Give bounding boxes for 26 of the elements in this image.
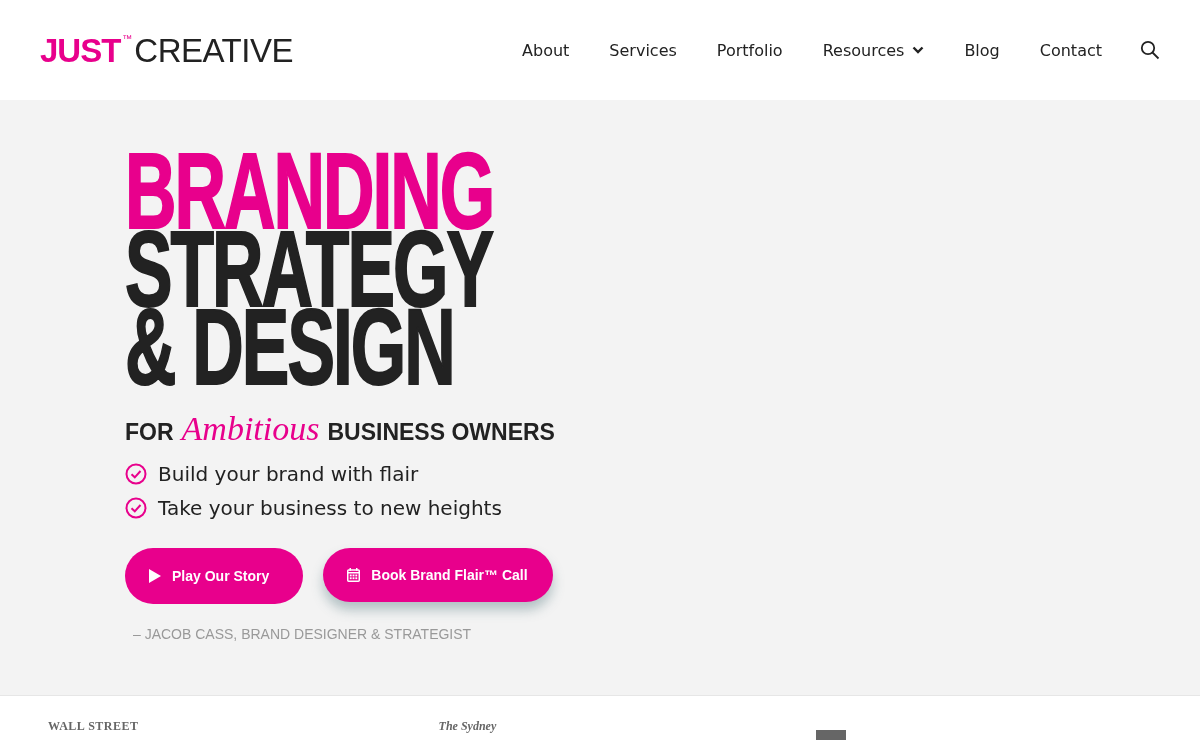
headline-text: STRATEGY — [125, 230, 492, 308]
cta-button[interactable]: Book Brand Flair™ Call — [323, 548, 553, 602]
tagline-text: BUSINESS OWNERS — [327, 419, 555, 446]
nav-link[interactable]: Blog — [964, 40, 1000, 60]
tagline-text: FOR — [125, 419, 174, 446]
search-icon[interactable] — [1140, 40, 1160, 60]
checklist-item: Take your business to new heights — [158, 496, 502, 520]
headline-text: & DESIGN — [125, 308, 454, 386]
logo[interactable]: JUST$^{™}$CREATIVE — [40, 33, 293, 67]
nav-link[interactable]: About — [522, 40, 570, 60]
calendar-icon — [347, 568, 361, 582]
caret-icon — [912, 46, 925, 54]
headline-text: BRANDING — [125, 152, 494, 230]
attribution-text: – JACOB CASS, BRAND DESIGNER & STRATEGIST — [133, 626, 473, 642]
nav-link[interactable]: Portfolio — [716, 40, 783, 60]
press-logo: The Sydney — [438, 720, 497, 732]
play-icon — [149, 569, 161, 583]
check-circle-icon — [125, 463, 147, 485]
cta-button[interactable]: Play Our Story — [125, 548, 304, 604]
tagline-accent: Ambitious — [181, 410, 320, 448]
press-logo: WALL STREET — [48, 720, 139, 732]
nav-link[interactable]: Resources — [822, 40, 925, 60]
nav-link[interactable]: Services — [609, 40, 677, 60]
nav-link[interactable]: Contact — [1039, 40, 1102, 60]
checklist-item: Build your brand with flair — [158, 462, 419, 486]
check-circle-icon — [125, 497, 147, 519]
